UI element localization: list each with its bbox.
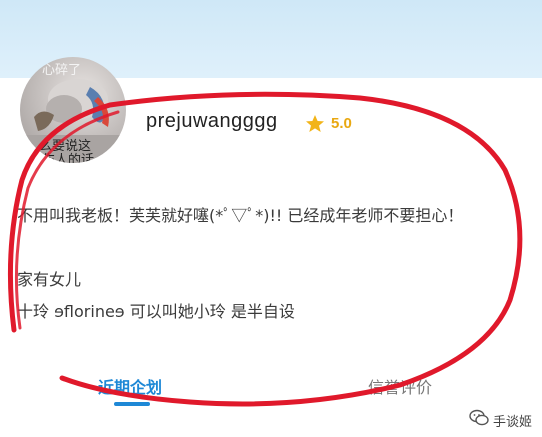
watermark: 手谈姬 bbox=[469, 409, 532, 431]
bio-line-3: 十玲 ɘflorineɘ 可以叫她小玲 是半自设 bbox=[17, 302, 295, 321]
bio-line-1: 不用叫我老板！芙芙就好噻(*ﾟ▽ﾟ*)!! 已经成年老师不要担心！ bbox=[17, 206, 464, 225]
watermark-text: 手谈姬 bbox=[492, 414, 532, 430]
bio-line-2: 家有女儿 bbox=[17, 270, 82, 289]
avatar-caption-3: 伤人的话 bbox=[42, 153, 95, 163]
star-icon bbox=[305, 114, 325, 134]
tab-recent-projects[interactable]: 近期企划 bbox=[98, 374, 162, 398]
username: prejuwangggg bbox=[146, 110, 278, 132]
tab-reputation[interactable]: 信誉评价 bbox=[368, 374, 432, 398]
wechat-icon bbox=[469, 409, 489, 431]
avatar-caption-1: 心碎了 bbox=[42, 63, 82, 78]
tab-active-indicator bbox=[114, 402, 150, 406]
avatar[interactable]: 心碎了 ，么要说这 伤人的话 bbox=[20, 57, 126, 163]
rating-value: 5.0 bbox=[331, 115, 352, 132]
